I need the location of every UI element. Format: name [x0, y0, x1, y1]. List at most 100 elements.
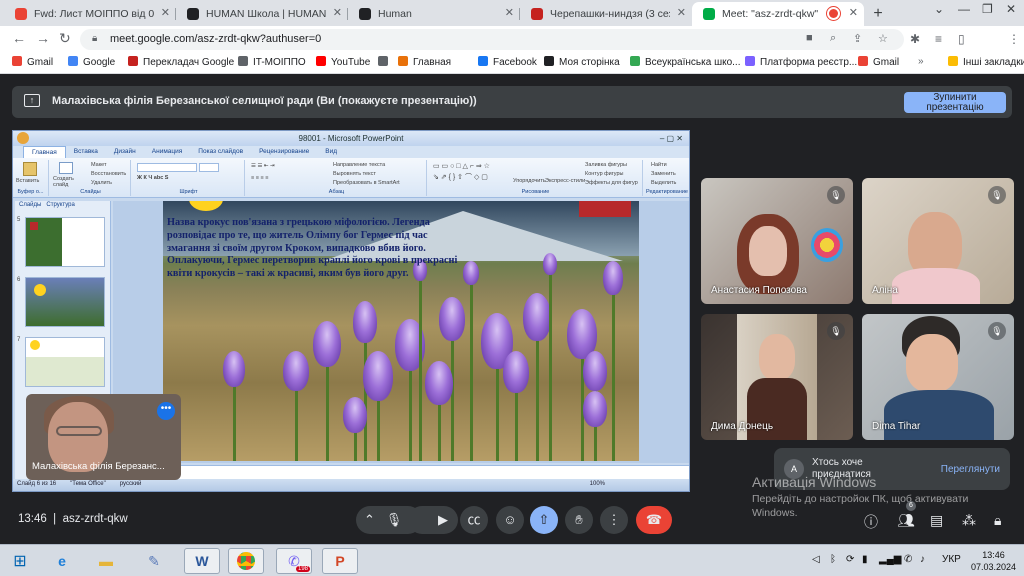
bookmark-item[interactable]: Моя сторінка [544, 56, 620, 68]
align-icons[interactable]: ≡ ≡ ≡ ≡ [251, 175, 268, 181]
people-icon[interactable]: 👥︎ [897, 512, 915, 529]
close-tab-icon[interactable]: ✕ [505, 6, 514, 19]
participant-tile[interactable]: 🎙︎ Дима Донець [701, 314, 853, 440]
browser-tab[interactable]: Meet: "asz-zrdt-qkw" ✕ [692, 2, 864, 26]
shape-outline-label[interactable]: Контур фигуры [585, 171, 623, 177]
bookmark-item[interactable]: Google [68, 56, 115, 68]
speaker-icon[interactable]: ♪ [920, 554, 925, 565]
text-direction-label[interactable]: Направление текста [333, 162, 385, 168]
new-slide-icon[interactable] [59, 162, 73, 174]
ppt-window-controls-icon[interactable]: – ▢ ✕ [660, 131, 683, 146]
close-tab-icon[interactable]: ✕ [333, 6, 342, 19]
media-icon[interactable]: ≡ [935, 32, 942, 46]
bookmark-item[interactable]: Всеукраїнська шко... [630, 56, 740, 68]
maximize-icon[interactable]: ❐ [982, 2, 993, 16]
arrange-label[interactable]: Упорядочить [513, 178, 546, 184]
tab-slides[interactable]: Слайды [19, 202, 41, 208]
site-info-icon[interactable]: 🔒︎ [92, 33, 97, 44]
bookmark-item[interactable]: YouTube [316, 56, 370, 68]
delete-label[interactable]: Удалить [91, 180, 112, 186]
reload-icon[interactable]: ↻ [59, 30, 71, 47]
close-tab-icon[interactable]: ✕ [677, 6, 686, 19]
tray-viber-icon[interactable]: ✆ [904, 554, 912, 565]
taskbar-viber[interactable]: ✆ 198 [276, 548, 312, 574]
smartart-label[interactable]: Преобразовать в SmartArt [333, 180, 400, 186]
close-tab-icon[interactable]: ✕ [161, 6, 170, 19]
ribbon-tab[interactable]: Рецензирование [251, 146, 317, 158]
office-button-icon[interactable] [17, 132, 29, 144]
back-icon[interactable]: ← [12, 30, 26, 46]
taskbar-powerpoint[interactable]: P [322, 548, 358, 574]
captions-button[interactable]: ㏄ [460, 506, 488, 534]
layout-label[interactable]: Макет [91, 162, 107, 168]
camera-icon[interactable]: ▶︎ [438, 512, 448, 527]
microphone-icon[interactable]: 🎙︎ [386, 512, 403, 527]
minimize-icon[interactable]: — [958, 2, 970, 16]
shapes-gallery-icon[interactable]: ▭ ▭ ○ □ △ ⌐ ⇒ ☆ [433, 162, 490, 170]
omnibox[interactable]: 🔒︎ meet.google.com/asz-zrdt-qkw?authuser… [80, 29, 904, 50]
bookmark-item[interactable]: Платформа реєстр... [745, 56, 857, 68]
slide-thumbnail[interactable] [25, 277, 105, 327]
browser-tab[interactable]: HUMAN Школа | HUMAN ✕ [176, 2, 348, 26]
ribbon-tab[interactable]: Вид [317, 146, 345, 158]
menu-icon[interactable]: ⋮ [1008, 32, 1020, 46]
self-view-tile[interactable]: ••• Малахівська філія Березанс... [26, 394, 181, 480]
chat-icon[interactable]: ▤ [930, 512, 943, 529]
taskbar-explorer[interactable]: ▬ [88, 548, 124, 574]
ribbon-tab[interactable]: Вставка [66, 146, 106, 158]
more-options-button[interactable]: ⋮ [600, 506, 628, 534]
extensions-icon[interactable]: ✱ [910, 32, 920, 46]
more-options-icon[interactable]: ••• [157, 402, 175, 420]
participant-tile[interactable]: 🎙︎ Dima Tihar [862, 314, 1014, 440]
status-zoom[interactable]: 100% [590, 481, 605, 489]
participant-tile[interactable]: 🎙︎ Аліна [862, 178, 1014, 304]
bookmark-star-icon[interactable]: ☆ [878, 32, 888, 45]
bookmarks-overflow-button[interactable]: » [918, 56, 924, 67]
select-label[interactable]: Выделить [651, 180, 676, 186]
slide-thumbnail[interactable] [25, 337, 105, 387]
find-label[interactable]: Найти [651, 162, 667, 168]
chevron-up-icon[interactable]: ⌃ [364, 512, 375, 527]
camera-icon[interactable]: ■ [806, 32, 813, 44]
ribbon-tab[interactable]: Показ слайдов [190, 146, 251, 158]
taskbar-clock[interactable]: 13:46 07.03.2024 [971, 549, 1016, 573]
shapes-gallery-icon-2[interactable]: ⇘ ⇗ { } ⇧ ⌒ ◇ ▢ [433, 172, 488, 182]
ribbon-tab[interactable]: Дизайн [106, 146, 144, 158]
close-window-icon[interactable]: ✕ [1006, 2, 1016, 16]
taskbar-chrome[interactable] [228, 548, 264, 574]
new-tab-button[interactable]: + [864, 2, 892, 26]
participant-tile[interactable]: 🎙︎ Анастасия Попозова [701, 178, 853, 304]
reactions-button[interactable]: ☺ [496, 506, 524, 534]
browser-tab[interactable]: Черепашки-ниндзя (3 сезон) ✕ [520, 2, 692, 26]
forward-icon[interactable]: → [36, 30, 50, 46]
browser-tab[interactable]: Fwd: Лист МОІППО від 06.03. ✕ [4, 2, 176, 26]
stop-presenting-button[interactable]: Зупинити презентацію [904, 92, 1006, 113]
taskbar-ie[interactable]: e [44, 548, 80, 574]
sidepanel-icon[interactable]: ▯ [958, 32, 965, 46]
list-icons[interactable]: ☰ ☰ ⇤ ⇥ [251, 163, 275, 169]
shape-effects-label[interactable]: Эффекты для фигур [585, 180, 638, 186]
tab-search-icon[interactable]: ⌄ [934, 2, 944, 16]
host-controls-icon[interactable]: 🔒︎ [994, 512, 1001, 529]
browser-tab[interactable]: Human ✕ [348, 2, 520, 26]
signal-icon[interactable]: ▂▄▆ [879, 554, 901, 565]
zoom-icon[interactable]: ⌕ [830, 32, 836, 45]
network-icon[interactable]: ▮ [862, 554, 868, 565]
tab-outline[interactable]: Структура [46, 202, 74, 208]
bookmark-item[interactable]: Главная [398, 56, 451, 68]
ribbon-tab[interactable]: Анимация [144, 146, 191, 158]
bookmark-item[interactable]: Перекладач Google [128, 56, 234, 68]
notes-area[interactable]: ...ку [113, 465, 689, 479]
share-icon[interactable]: ⇪ [853, 32, 862, 45]
bookmark-item[interactable]: IT-МОІППО [238, 56, 306, 68]
start-button[interactable]: ⊞ [2, 548, 38, 574]
info-icon[interactable]: ⓘ [864, 512, 878, 532]
bookmark-item[interactable] [378, 56, 393, 68]
slide-thumbnail[interactable] [25, 217, 105, 267]
align-text-label[interactable]: Выровнять текст [333, 171, 376, 177]
bookmark-item[interactable]: Facebook [478, 56, 537, 68]
other-bookmarks[interactable]: Інші закладки [948, 56, 1024, 68]
taskbar-word[interactable]: W [184, 548, 220, 574]
paste-icon[interactable] [23, 162, 37, 176]
bookmark-item[interactable]: Gmail [858, 56, 899, 68]
